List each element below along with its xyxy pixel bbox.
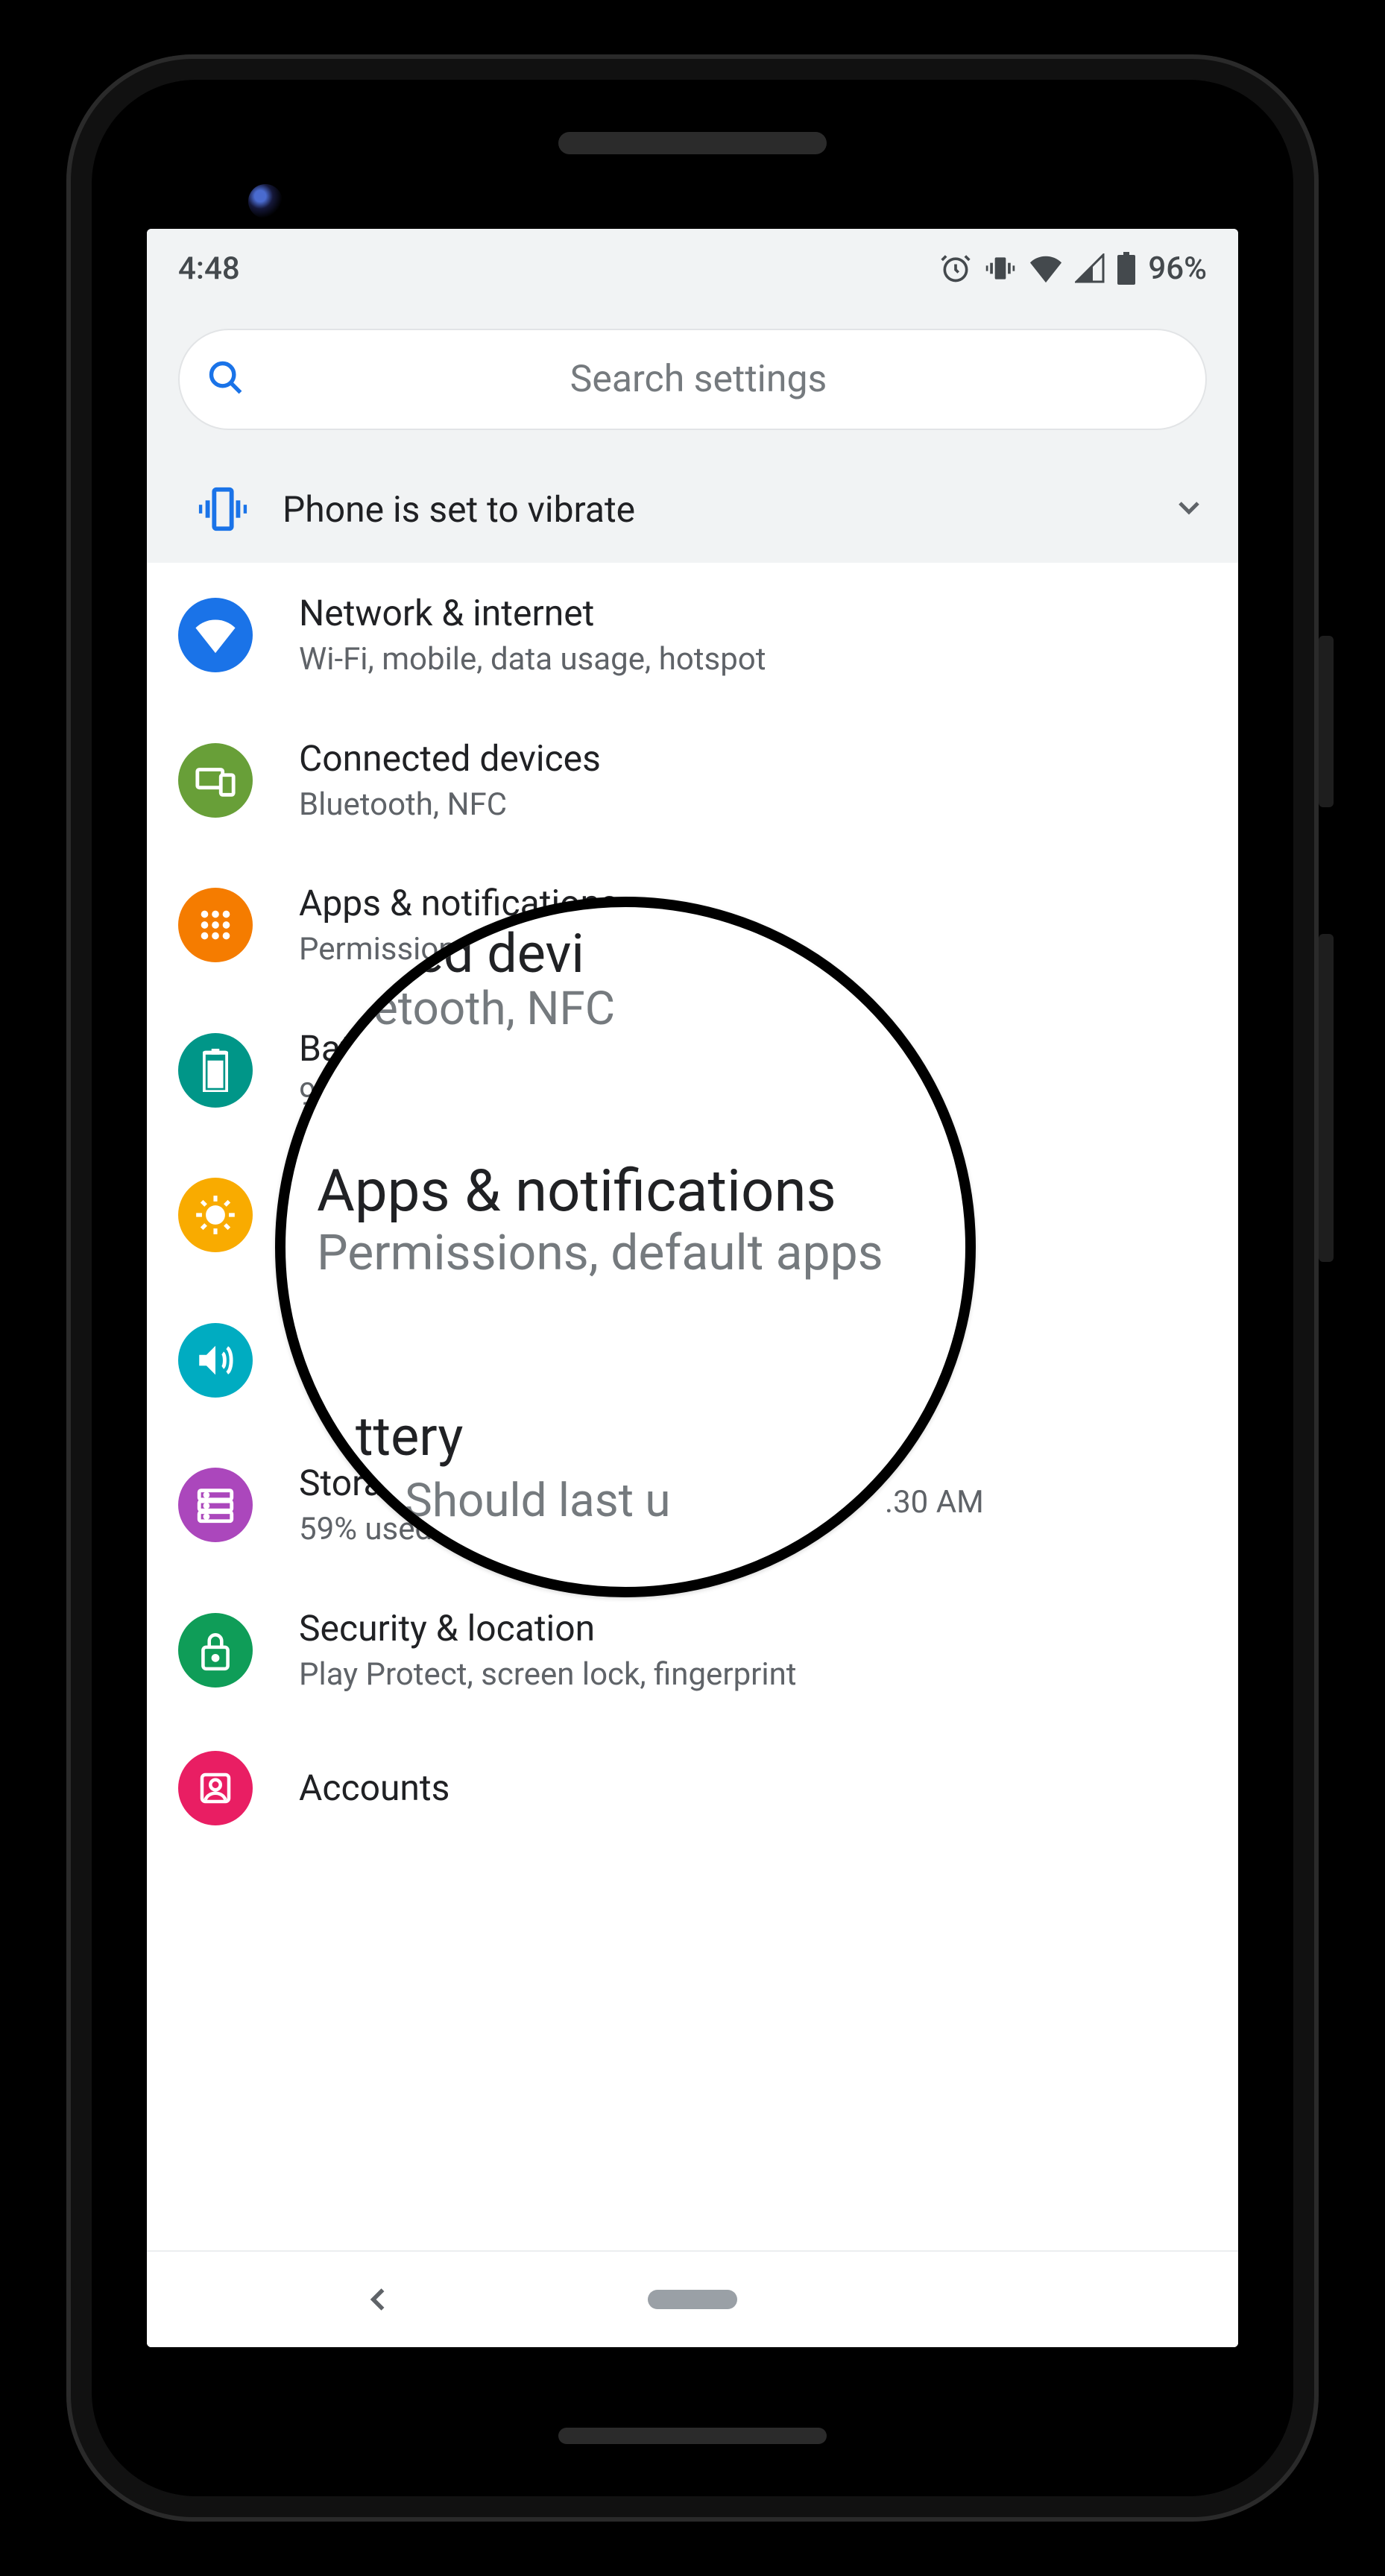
search-bar[interactable]: Search settings — [178, 329, 1207, 430]
search-placeholder: Search settings — [218, 358, 1179, 401]
battery-icon — [1117, 252, 1136, 285]
magnifier-apps-sub: Permissions, default apps — [317, 1225, 965, 1282]
cell-signal-icon — [1075, 253, 1105, 283]
screen: 4:48 — [147, 229, 1238, 2347]
vibrate-icon — [178, 483, 268, 535]
status-battery-pct: 96% — [1148, 250, 1207, 287]
back-button[interactable] — [362, 2283, 395, 2316]
home-pill[interactable] — [648, 2290, 737, 2309]
status-right: 96% — [939, 250, 1207, 287]
wifi-icon — [1029, 253, 1063, 283]
phone-frame: 4:48 — [66, 54, 1319, 2522]
brightness-icon — [178, 1178, 253, 1252]
status-bar: 4:48 — [147, 229, 1238, 308]
stage: 4:48 — [0, 0, 1385, 2576]
magnifier-text: Should last u — [405, 1474, 965, 1528]
suggestion-label: Phone is set to vibrate — [268, 488, 1171, 531]
settings-header: Search settings — [147, 308, 1238, 455]
earpiece — [558, 132, 827, 154]
battery-icon — [178, 1033, 253, 1108]
item-title: Connected devices — [299, 736, 601, 781]
magnifier-text: ttery — [356, 1405, 965, 1468]
volume-icon — [178, 1323, 253, 1398]
storage-icon — [178, 1468, 253, 1542]
item-sub: Bluetooth, NFC — [299, 786, 601, 825]
magnifier-highlight: ted devi etooth, NFC Apps & notification… — [275, 897, 976, 1597]
nav-bar — [147, 2250, 1238, 2347]
chevron-down-icon — [1171, 490, 1207, 528]
item-network[interactable]: Network & internet Wi-Fi, mobile, data u… — [147, 563, 1238, 708]
accounts-icon — [178, 1751, 253, 1825]
devices-icon — [178, 743, 253, 818]
vibrate-icon — [984, 252, 1017, 285]
front-camera — [248, 184, 283, 218]
magnifier-apps-title: Apps & notifications — [317, 1158, 965, 1225]
item-sub: Wi-Fi, mobile, data usage, hotspot — [299, 640, 766, 680]
item-accounts[interactable]: Accounts — [147, 1723, 1238, 1825]
item-title: Accounts — [299, 1766, 449, 1811]
volume-button[interactable] — [1319, 934, 1334, 1262]
alarm-icon — [939, 252, 972, 285]
item-sub: Play Protect, screen lock, fingerprint — [299, 1655, 797, 1695]
suggestion-row[interactable]: Phone is set to vibrate — [147, 455, 1238, 563]
magnifier-text: etooth, NFC — [373, 982, 965, 1036]
phone-bezel: 4:48 — [92, 80, 1293, 2496]
bottom-speaker — [558, 2428, 827, 2444]
power-button[interactable] — [1319, 636, 1334, 807]
lock-icon — [178, 1613, 253, 1688]
wifi-icon — [178, 598, 253, 672]
item-title: Network & internet — [299, 591, 766, 636]
item-connected-devices[interactable]: Connected devices Bluetooth, NFC — [147, 708, 1238, 853]
status-time: 4:48 — [178, 250, 240, 287]
item-title: Security & location — [299, 1606, 797, 1651]
item-security-location[interactable]: Security & location Play Protect, screen… — [147, 1578, 1238, 1723]
apps-icon — [178, 888, 253, 962]
magnifier-text: ted devi — [397, 922, 965, 985]
